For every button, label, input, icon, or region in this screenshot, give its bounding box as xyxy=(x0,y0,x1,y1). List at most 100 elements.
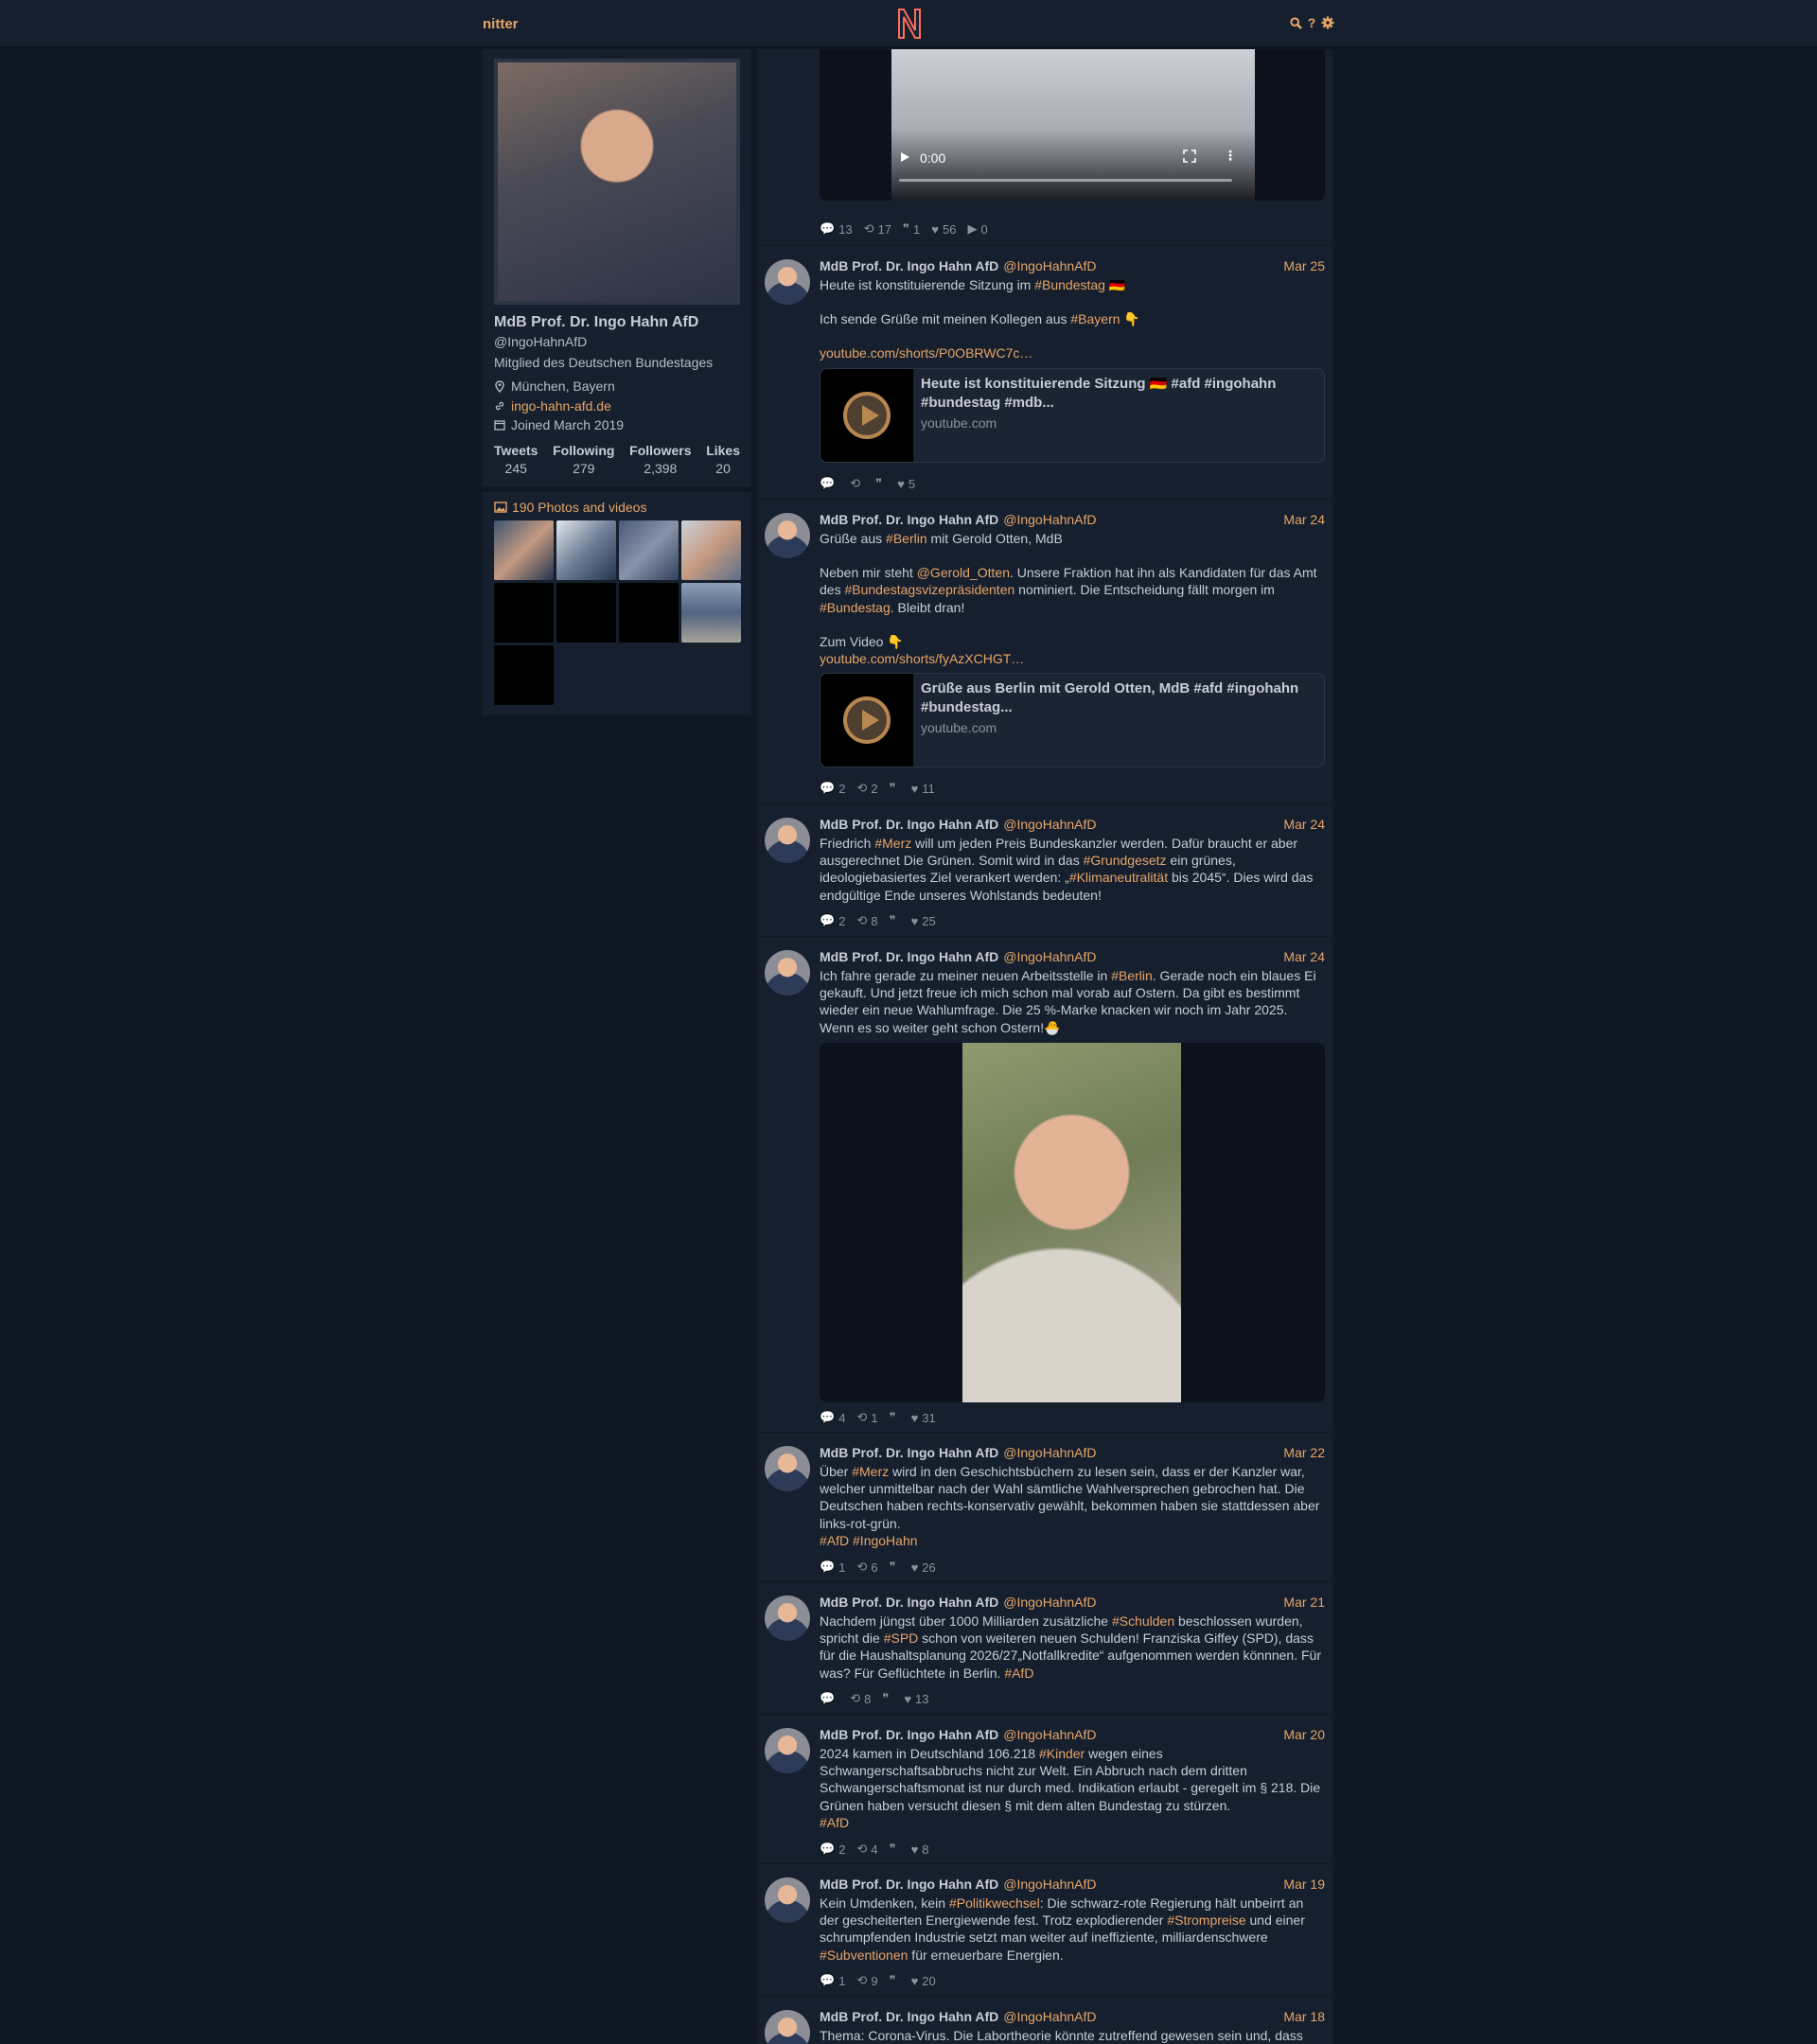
avatar[interactable] xyxy=(765,1446,810,1491)
hashtag-link[interactable]: #Merz xyxy=(852,1464,889,1479)
search-icon[interactable] xyxy=(1289,16,1302,29)
hashtag-link[interactable]: #Grundgesetz xyxy=(1084,853,1167,868)
hashtag-link[interactable]: #Bundestag xyxy=(820,600,891,615)
quote-stat[interactable]: ❞ xyxy=(890,1559,900,1575)
fullscreen-icon[interactable] xyxy=(1183,150,1196,163)
reply-stat[interactable]: 💬 13 xyxy=(820,221,853,237)
profile-avatar-large[interactable] xyxy=(494,59,740,305)
like-stat[interactable]: ♥ 20 xyxy=(911,1973,936,1988)
photo-thumb[interactable] xyxy=(619,583,679,643)
avatar[interactable] xyxy=(765,1595,810,1641)
tweet-image[interactable] xyxy=(820,1043,1325,1402)
fullname[interactable]: MdB Prof. Dr. Ingo Hahn AfD xyxy=(820,1727,998,1742)
like-stat[interactable]: ♥ 31 xyxy=(911,1410,936,1425)
fullname[interactable]: MdB Prof. Dr. Ingo Hahn AfD xyxy=(820,949,998,964)
avatar[interactable] xyxy=(765,1728,810,1773)
username[interactable]: @IngoHahnAfD xyxy=(1003,258,1096,273)
tweet-date[interactable]: Mar 21 xyxy=(1283,1595,1325,1610)
tweet-date[interactable]: Mar 24 xyxy=(1283,512,1325,527)
retweet-stat[interactable]: ⟲ 8 xyxy=(850,1691,871,1706)
fullname[interactable]: MdB Prof. Dr. Ingo Hahn AfD xyxy=(820,817,998,832)
hashtag-link[interactable]: #SPD xyxy=(884,1630,919,1646)
video-progress[interactable] xyxy=(899,179,1232,182)
tweet-item[interactable]: MdB Prof. Dr. Ingo Hahn AfD @IngoHahnAfD… xyxy=(757,804,1332,937)
avatar[interactable] xyxy=(765,818,810,863)
like-stat[interactable]: ♥ 11 xyxy=(911,781,935,796)
like-stat[interactable]: ♥ 56 xyxy=(931,221,956,237)
external-link[interactable]: youtube.com/shorts/fyAzXCHGT… xyxy=(820,651,1024,666)
hashtag-link[interactable]: #Politikwechsel xyxy=(949,1895,1040,1911)
photo-thumb[interactable] xyxy=(494,520,554,580)
video-player[interactable]: 0:00 ⋮ xyxy=(820,49,1325,201)
avatar[interactable] xyxy=(765,513,810,558)
like-stat[interactable]: ♥ 25 xyxy=(911,913,936,928)
tweet-item[interactable]: 0:00 ⋮ 💬 13 ⟲ 17 ❞ 1 ♥ 56 ▶ 0 xyxy=(757,49,1332,246)
username[interactable]: @IngoHahnAfD xyxy=(1003,817,1096,832)
fullname[interactable]: MdB Prof. Dr. Ingo Hahn AfD xyxy=(820,512,998,527)
profile-handle[interactable]: @IngoHahnAfD xyxy=(494,334,587,349)
tweet-item[interactable]: MdB Prof. Dr. Ingo Hahn AfD @IngoHahnAfD… xyxy=(757,1997,1332,2044)
more-options-icon[interactable]: ⋮ xyxy=(1224,148,1237,164)
tweet-item[interactable]: MdB Prof. Dr. Ingo Hahn AfD @IngoHahnAfD… xyxy=(757,1715,1332,1864)
hashtag-link[interactable]: #AfD #IngoHahn xyxy=(820,1533,918,1548)
tweet-item[interactable]: MdB Prof. Dr. Ingo Hahn AfD @IngoHahnAfD… xyxy=(757,500,1332,804)
hashtag-link[interactable]: #Bayern xyxy=(1070,311,1120,326)
retweet-stat[interactable]: ⟲ 2 xyxy=(856,781,877,796)
hashtag-link[interactable]: #Kinder xyxy=(1039,1746,1085,1761)
hashtag-link[interactable]: #AfD xyxy=(1004,1665,1033,1681)
nitter-logo-icon[interactable] xyxy=(894,6,925,42)
quote-stat[interactable]: ❞ xyxy=(890,913,900,928)
username[interactable]: @IngoHahnAfD xyxy=(1003,512,1096,527)
hashtag-link[interactable]: #Strompreise xyxy=(1167,1912,1245,1928)
like-stat[interactable]: ♥ 26 xyxy=(911,1559,936,1575)
retweet-stat[interactable]: ⟲ 6 xyxy=(856,1559,877,1575)
quote-stat[interactable]: ❞ 1 xyxy=(903,221,920,237)
username[interactable]: @IngoHahnAfD xyxy=(1003,2009,1096,2024)
reply-stat[interactable]: 💬 1 xyxy=(820,1559,845,1575)
link-card[interactable]: Grüße aus Berlin mit Gerold Otten, MdB #… xyxy=(820,673,1325,767)
retweet-stat[interactable]: ⟲ 1 xyxy=(856,1410,877,1425)
retweet-stat[interactable]: ⟲ 9 xyxy=(856,1973,877,1988)
like-stat[interactable]: ♥ 13 xyxy=(904,1691,928,1706)
tweet-item[interactable]: MdB Prof. Dr. Ingo Hahn AfD @IngoHahnAfD… xyxy=(757,246,1332,500)
retweet-stat[interactable]: ⟲ 17 xyxy=(864,221,891,237)
reply-stat[interactable]: 💬 2 xyxy=(820,1841,845,1857)
hashtag-link[interactable]: #Klimaneutralität xyxy=(1069,870,1168,885)
hashtag-link[interactable]: #Bundestagsvizepräsidenten xyxy=(844,582,1014,597)
nitter-home-link[interactable]: nitter xyxy=(483,16,519,32)
quote-stat[interactable]: ❞ xyxy=(890,1410,900,1425)
fullname[interactable]: MdB Prof. Dr. Ingo Hahn AfD xyxy=(820,1595,998,1610)
reply-stat[interactable]: 💬 xyxy=(820,1691,838,1706)
like-stat[interactable]: ♥ 8 xyxy=(911,1841,929,1857)
quote-stat[interactable]: ❞ xyxy=(890,1973,900,1988)
fullname[interactable]: MdB Prof. Dr. Ingo Hahn AfD xyxy=(820,2009,998,2024)
like-stat[interactable]: ♥ 5 xyxy=(897,476,915,491)
stat-likes[interactable]: Likes 20 xyxy=(706,443,740,476)
avatar[interactable] xyxy=(765,1877,810,1923)
website-link[interactable]: ingo-hahn-afd.de xyxy=(511,398,611,414)
retweet-stat[interactable]: ⟲ xyxy=(850,476,864,491)
photo-thumb[interactable] xyxy=(619,520,679,580)
fullname[interactable]: MdB Prof. Dr. Ingo Hahn AfD xyxy=(820,1445,998,1460)
tweet-date[interactable]: Mar 18 xyxy=(1283,2009,1325,2024)
quote-stat[interactable]: ❞ xyxy=(882,1691,892,1706)
username[interactable]: @IngoHahnAfD xyxy=(1003,1727,1096,1742)
photo-thumb[interactable] xyxy=(556,520,616,580)
reply-stat[interactable]: 💬 4 xyxy=(820,1410,845,1425)
play-icon[interactable] xyxy=(899,151,910,163)
play-stat[interactable]: ▶ 0 xyxy=(967,221,987,237)
tweet-item[interactable]: MdB Prof. Dr. Ingo Hahn AfD @IngoHahnAfD… xyxy=(757,1864,1332,1997)
stat-followers[interactable]: Followers 2,398 xyxy=(629,443,691,476)
hashtag-link[interactable]: #Merz xyxy=(874,836,911,851)
tweet-date[interactable]: Mar 22 xyxy=(1283,1445,1325,1460)
hashtag-link[interactable]: #Schulden xyxy=(1112,1613,1174,1629)
hashtag-link[interactable]: #Berlin xyxy=(1111,968,1153,983)
tweet-date[interactable]: Mar 24 xyxy=(1283,949,1325,964)
avatar[interactable] xyxy=(765,259,810,305)
hashtag-link[interactable]: #Subventionen xyxy=(820,1947,908,1963)
quote-stat[interactable]: ❞ xyxy=(890,781,900,796)
stat-tweets[interactable]: Tweets 245 xyxy=(494,443,538,476)
retweet-stat[interactable]: ⟲ 4 xyxy=(856,1841,877,1857)
tweet-date[interactable]: Mar 24 xyxy=(1283,817,1325,832)
profile-name[interactable]: MdB Prof. Dr. Ingo Hahn AfD xyxy=(494,314,698,331)
